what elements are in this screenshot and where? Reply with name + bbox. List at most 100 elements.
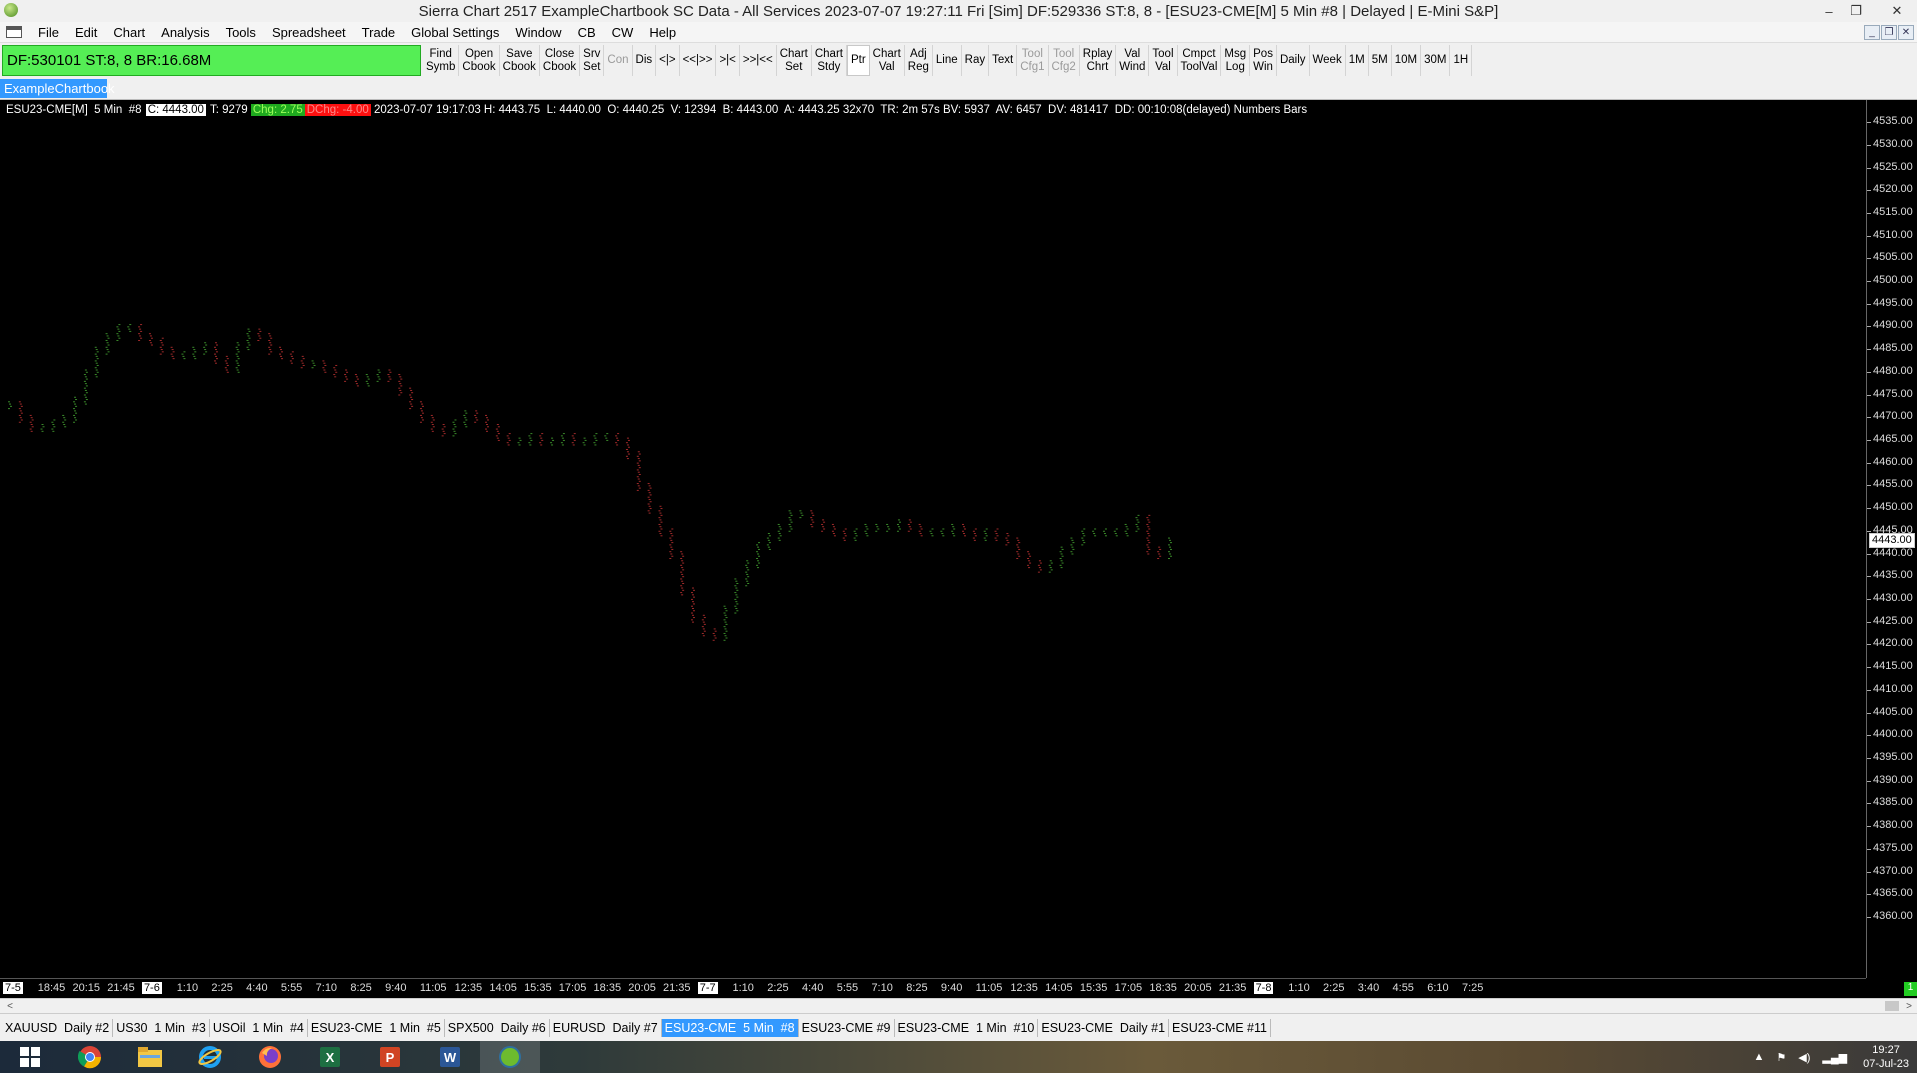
app-icon[interactable] xyxy=(4,3,18,17)
price-mark xyxy=(377,376,380,378)
chart-tab[interactable]: ESU23-CME 1 Min #5 xyxy=(308,1018,445,1037)
toolbar-button-close-cbook[interactable]: Close Cbook xyxy=(540,45,581,76)
toolbar-button-[interactable]: <<|>> xyxy=(680,45,717,76)
powerpoint-icon[interactable]: P xyxy=(360,1041,420,1073)
volume-icon[interactable]: ◀) xyxy=(1798,1051,1810,1064)
chrome-icon[interactable] xyxy=(60,1041,120,1073)
toolbar-button-[interactable]: <|> xyxy=(656,45,680,76)
toolbar-button-chart-stdy[interactable]: Chart Stdy xyxy=(812,45,847,76)
menu-help[interactable]: Help xyxy=(641,25,684,40)
chart-tab[interactable]: ESU23-CME 5 Min #8 xyxy=(661,1018,799,1037)
menu-tools[interactable]: Tools xyxy=(218,25,264,40)
connection-status-box[interactable]: DF:530101 ST:8, 8 BR:16.68M xyxy=(2,45,421,76)
price-mark xyxy=(1018,548,1021,550)
toolbar-button-val-wind[interactable]: Val Wind xyxy=(1116,45,1150,76)
toolbar-button-ray[interactable]: Ray xyxy=(962,45,990,76)
system-menu-icon[interactable] xyxy=(6,26,22,38)
chart-tab[interactable]: ESU23-CME #11 xyxy=(1169,1018,1271,1037)
toolbar-button-rplay-chrt[interactable]: Rplay Chrt xyxy=(1080,45,1117,76)
price-mark xyxy=(1005,544,1008,546)
scroll-right-button[interactable]: > xyxy=(1901,999,1917,1013)
firefox-icon[interactable] xyxy=(240,1041,300,1073)
toolbar-button-[interactable]: >>|<< xyxy=(740,45,777,76)
chart-area[interactable]: ESU23-CME[M] 5 Min #8 C: 4443.00 T: 9279… xyxy=(0,100,1917,998)
toolbar-button-line[interactable]: Line xyxy=(933,45,962,76)
menu-file[interactable]: File xyxy=(30,25,67,40)
flag-icon[interactable]: ⚑ xyxy=(1776,1051,1786,1064)
internet-explorer-icon[interactable] xyxy=(180,1041,240,1073)
price-mark xyxy=(95,369,98,371)
toolbar-button-tool-cfg2[interactable]: Tool Cfg2 xyxy=(1049,45,1080,76)
green-indicator[interactable]: 1 xyxy=(1904,982,1917,996)
price-mark xyxy=(399,389,402,391)
price-plot[interactable] xyxy=(0,100,1866,978)
toolbar-button-1m[interactable]: 1M xyxy=(1346,45,1369,76)
price-mark xyxy=(973,539,976,541)
chartbook-tab[interactable]: ExampleChartbook xyxy=(0,79,115,98)
toolbar-button-adj-reg[interactable]: Adj Reg xyxy=(905,45,933,76)
toolbar-button-srv-set[interactable]: Srv Set xyxy=(580,45,605,76)
chart-tab[interactable]: ESU23-CME #9 xyxy=(799,1018,895,1037)
toolbar-button-10m[interactable]: 10M xyxy=(1392,45,1422,76)
menu-global-settings[interactable]: Global Settings xyxy=(403,25,507,40)
toolbar-button-dis[interactable]: Dis xyxy=(633,45,657,76)
toolbar-button-open-cbook[interactable]: Open Cbook xyxy=(459,45,500,76)
toolbar-button-find-symb[interactable]: Find Symb xyxy=(423,45,460,76)
toolbar-button-save-cbook[interactable]: Save Cbook xyxy=(500,45,540,76)
windows-start-icon[interactable] xyxy=(0,1041,60,1073)
chart-tab[interactable]: SPX500 Daily #6 xyxy=(445,1018,550,1037)
chart-tab[interactable]: ESU23-CME Daily #1 xyxy=(1038,1018,1170,1037)
toolbar-button-1h[interactable]: 1H xyxy=(1450,45,1473,76)
scroll-left-button[interactable]: < xyxy=(2,999,18,1013)
toolbar-button-5m[interactable]: 5M xyxy=(1369,45,1392,76)
toolbar-button-week[interactable]: Week xyxy=(1310,45,1346,76)
clock[interactable]: 19:27 07-Jul-23 xyxy=(1863,1043,1909,1071)
menu-spreadsheet[interactable]: Spreadsheet xyxy=(264,25,354,40)
chart-tab[interactable]: ESU23-CME 1 Min #10 xyxy=(895,1018,1039,1037)
menu-trade[interactable]: Trade xyxy=(354,25,403,40)
chart-tab[interactable]: XAUUSD Daily #2 xyxy=(2,1018,114,1037)
menu-analysis[interactable]: Analysis xyxy=(153,25,217,40)
menu-window[interactable]: Window xyxy=(507,25,569,40)
toolbar-button-ptr[interactable]: Ptr xyxy=(846,45,870,76)
excel-icon[interactable]: X xyxy=(300,1041,360,1073)
mdi-minimize-button[interactable]: _ xyxy=(1864,25,1880,40)
price-mark xyxy=(670,539,673,541)
menu-cw[interactable]: CW xyxy=(604,25,642,40)
chart-tab[interactable]: USOil 1 Min #4 xyxy=(210,1018,308,1037)
minimize-button[interactable]: – xyxy=(1818,0,1840,22)
mdi-close-button[interactable]: ✕ xyxy=(1898,25,1914,40)
word-icon[interactable]: W xyxy=(420,1041,480,1073)
toolbar-button-pos-win[interactable]: Pos Win xyxy=(1250,45,1277,76)
network-icon[interactable]: ▂▄▆ xyxy=(1822,1051,1847,1064)
price-axis[interactable]: 4535.00 4530.00 4525.00 4520.00 4515.00 4510.… xyxy=(1866,100,1917,978)
toolbar-button-cmpct-toolval[interactable]: Cmpct ToolVal xyxy=(1178,45,1222,76)
horizontal-scrollbar[interactable]: < > xyxy=(0,998,1917,1013)
file-explorer-icon[interactable] xyxy=(120,1041,180,1073)
close-button[interactable]: ✕ xyxy=(1886,0,1908,22)
tray-expand-icon[interactable]: ▲ xyxy=(1754,1051,1765,1063)
restore-button[interactable]: ❐ xyxy=(1845,0,1867,22)
toolbar-button-30m[interactable]: 30M xyxy=(1421,45,1451,76)
toolbar-button-chart-val[interactable]: Chart Val xyxy=(870,45,905,76)
chart-tab[interactable]: EURUSD Daily #7 xyxy=(550,1018,662,1037)
scroll-thumb[interactable] xyxy=(1885,1001,1899,1011)
toolbar-button-tool-cfg1[interactable]: Tool Cfg1 xyxy=(1017,45,1049,76)
price-mark xyxy=(1168,551,1170,553)
sierra-chart-icon[interactable] xyxy=(480,1041,540,1073)
toolbar-button-con[interactable]: Con xyxy=(604,45,633,76)
menu-cb[interactable]: CB xyxy=(570,25,604,40)
toolbar-button-msg-log[interactable]: Msg Log xyxy=(1221,45,1251,76)
toolbar-button-[interactable]: >|< xyxy=(716,45,740,76)
price-tick: 4535.00 xyxy=(1867,115,1913,128)
toolbar-button-text[interactable]: Text xyxy=(989,45,1018,76)
mdi-restore-button[interactable]: ❐ xyxy=(1881,25,1897,40)
toolbar-button-tool-val[interactable]: Tool Val xyxy=(1149,45,1178,76)
price-mark xyxy=(541,439,544,441)
chart-tab[interactable]: US30 1 Min #3 xyxy=(113,1018,210,1037)
time-axis[interactable]: 7-5 18:45 20:15 21:45 7-6 1:10 2:25 4:40 5:55 7:1… xyxy=(0,978,1866,998)
toolbar-button-chart-set[interactable]: Chart Set xyxy=(777,45,812,76)
menu-edit[interactable]: Edit xyxy=(67,25,105,40)
toolbar-button-daily[interactable]: Daily xyxy=(1277,45,1310,76)
menu-chart[interactable]: Chart xyxy=(105,25,153,40)
